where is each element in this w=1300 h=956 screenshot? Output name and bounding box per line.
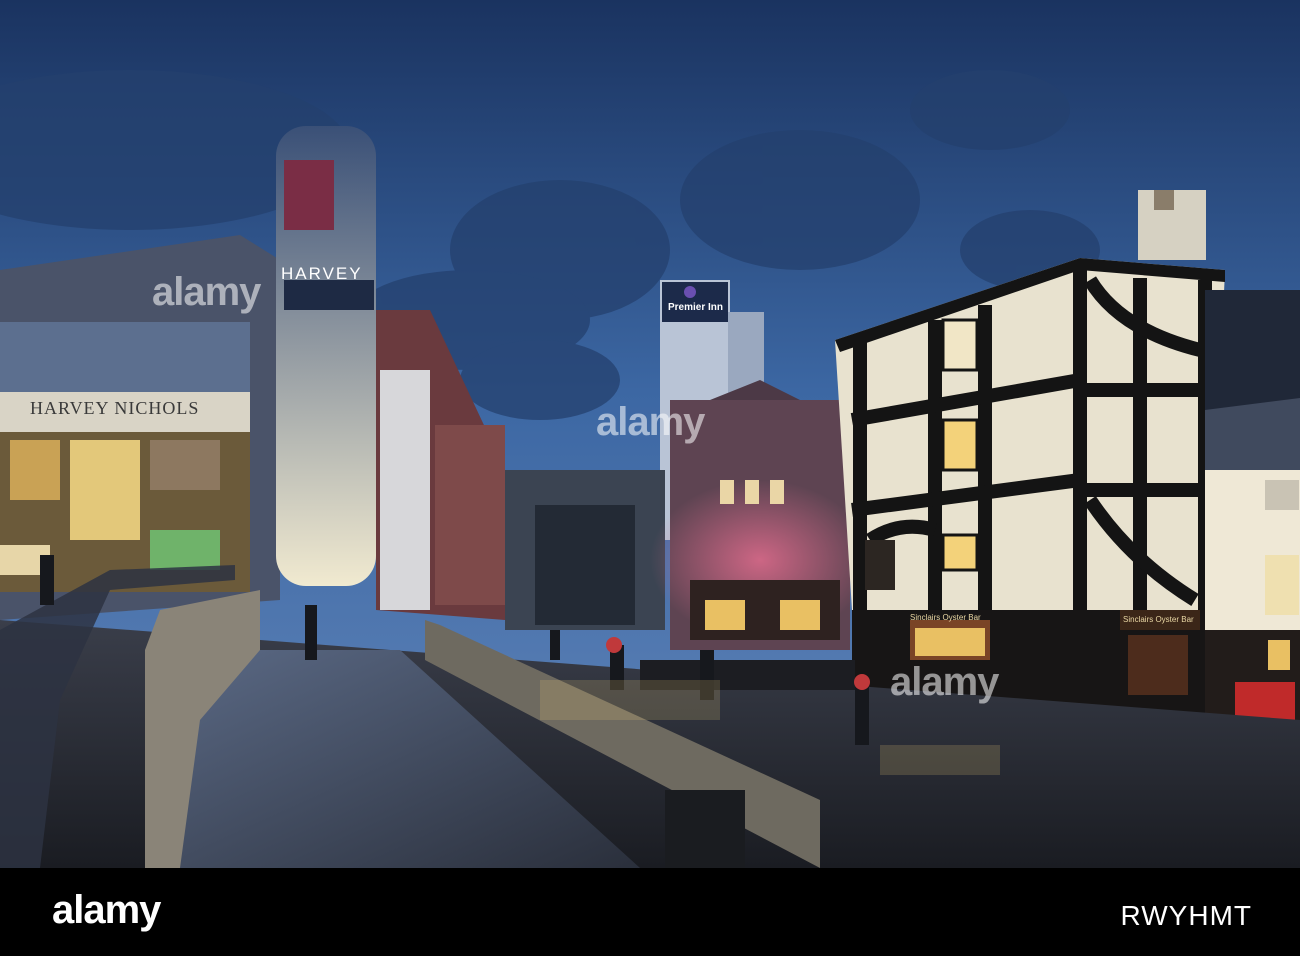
harvey-tower-sign: HARVEY xyxy=(281,264,363,283)
image-reference: RWYHMT xyxy=(1120,900,1252,931)
oyster-bar-sign-left: Sinclairs Oyster Bar xyxy=(910,613,981,622)
harvey-nichols-sign: HARVEY NICHOLS xyxy=(30,398,200,418)
watermark: alamy xyxy=(152,270,261,314)
watermark: alamy xyxy=(596,400,705,444)
distant-building xyxy=(535,505,635,625)
right-building xyxy=(1205,290,1300,722)
street-photograph: HARVEY NICHOLS HARVEY Premier Inn Sincla… xyxy=(0,0,1300,868)
premier-inn-sign: Premier Inn xyxy=(668,302,724,313)
watermark: alamy xyxy=(890,660,999,704)
oyster-bar-sign-right: Sinclairs Oyster Bar xyxy=(1123,615,1194,624)
footer-bar xyxy=(0,868,1300,956)
litter-bin xyxy=(665,790,745,868)
alamy-logo: alamy xyxy=(52,888,161,932)
